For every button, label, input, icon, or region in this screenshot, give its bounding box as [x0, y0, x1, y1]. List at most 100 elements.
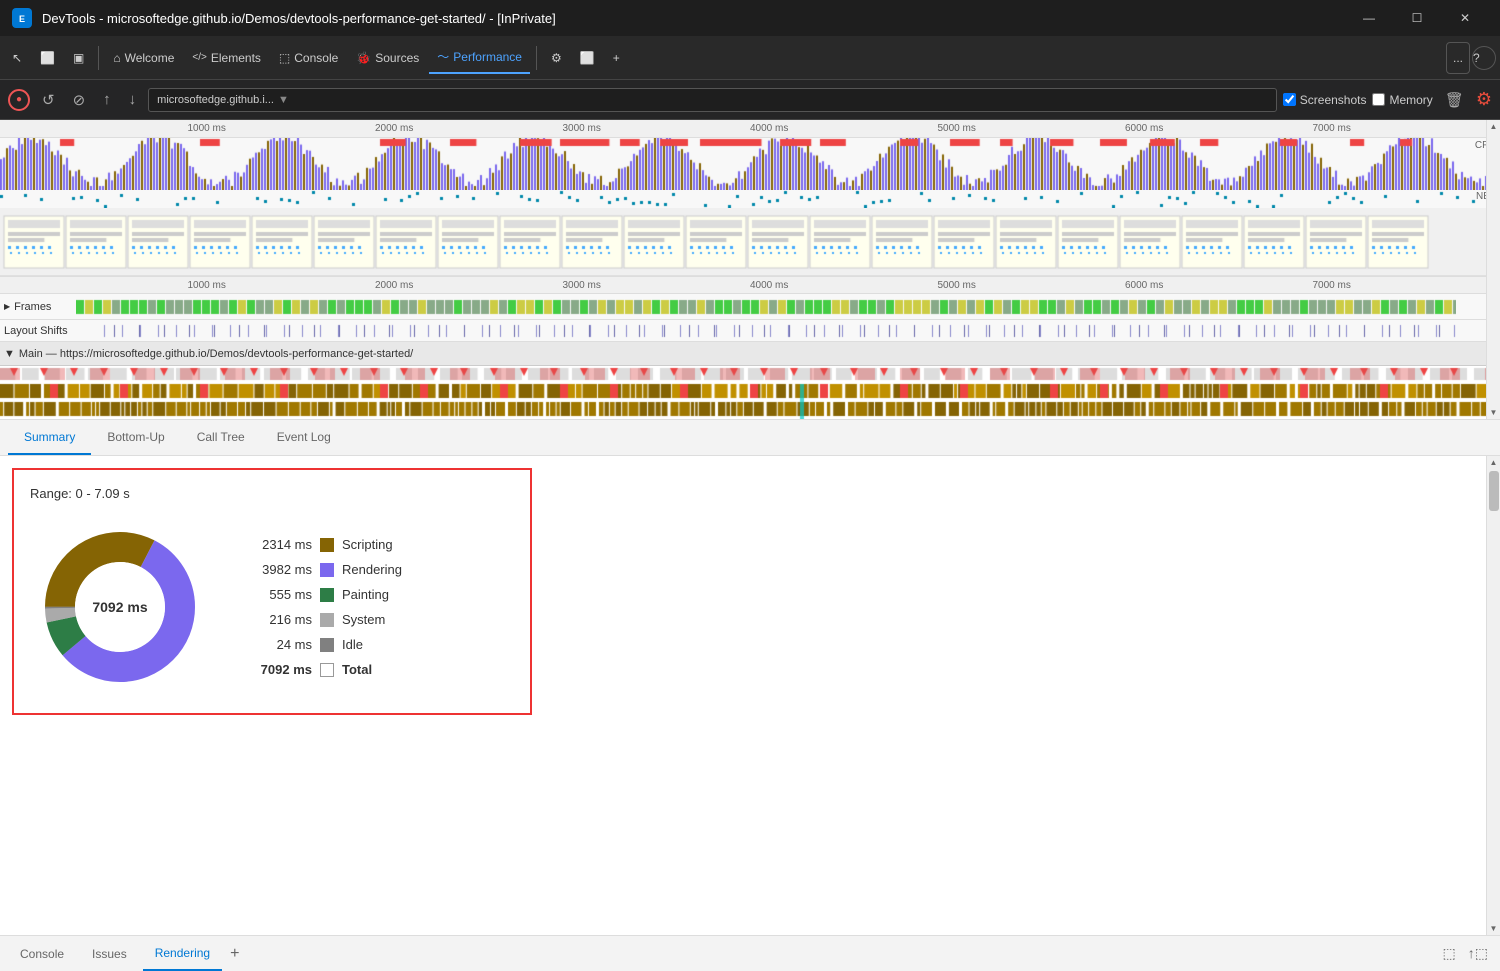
frames-track: ▶ Frames: [0, 294, 1500, 320]
scripting-ms: 2314 ms: [242, 537, 312, 552]
more-tools-button[interactable]: ...: [1446, 42, 1470, 74]
rendering-label: Rendering: [342, 562, 402, 577]
sidebar-toggle-button[interactable]: ▣: [65, 42, 92, 74]
tick-3000ms: 3000 ms: [563, 123, 601, 134]
summary-box: Range: 0 - 7.09 s: [12, 468, 532, 715]
scroll-thumb[interactable]: [1489, 471, 1499, 511]
bottom-area: Summary Bottom-Up Call Tree Event Log Ra…: [0, 420, 1500, 935]
devtools-main: 1000 ms 2000 ms 3000 ms 4000 ms 5000 ms …: [0, 120, 1500, 971]
help-button[interactable]: ?: [1472, 46, 1496, 70]
scroll-up-button[interactable]: ▲: [1490, 122, 1498, 131]
layout-shifts-label: Layout Shifts: [4, 325, 84, 337]
home-icon: ⌂: [113, 51, 120, 65]
settings-cog-button[interactable]: ⚙: [543, 42, 570, 74]
memory-checkbox[interactable]: [1372, 93, 1385, 106]
layers-button[interactable]: ⬜: [572, 42, 603, 74]
svg-text:E: E: [19, 14, 25, 24]
import-button[interactable]: ↓: [123, 89, 143, 110]
idle-color: [320, 638, 334, 652]
tick-1000ms: 1000 ms: [188, 123, 226, 134]
window-controls[interactable]: — ☐ ✕: [1346, 0, 1488, 36]
range-display: Range: 0 - 7.09 s: [30, 486, 514, 501]
sidebar-icon: ▣: [73, 51, 84, 65]
tab-performance[interactable]: 〜 Performance: [429, 42, 530, 74]
maximize-button[interactable]: ☐: [1394, 0, 1440, 36]
timeline-ruler-top: 1000 ms 2000 ms 3000 ms 4000 ms 5000 ms …: [0, 120, 1500, 138]
tick-2000ms: 2000 ms: [375, 123, 413, 134]
frames-label: ▶ Frames: [4, 301, 74, 313]
dock-tab-rendering[interactable]: Rendering: [143, 936, 222, 971]
tab-welcome[interactable]: ⌂ Welcome: [105, 42, 182, 74]
app-icon: E: [12, 8, 32, 28]
add-tab-button[interactable]: +: [605, 42, 628, 74]
delete-profile-button[interactable]: 🗑: [1439, 89, 1470, 111]
tab-summary[interactable]: Summary: [8, 420, 91, 455]
minimize-button[interactable]: —: [1346, 0, 1392, 36]
net-track: NET: [0, 190, 1500, 208]
frames-triangle-icon: ▶: [4, 302, 10, 311]
dock-tab-issues[interactable]: Issues: [80, 936, 139, 971]
close-button[interactable]: ✕: [1442, 0, 1488, 36]
clear-button[interactable]: ⊘: [67, 89, 92, 111]
screenshots-checkbox-label[interactable]: Screenshots: [1283, 93, 1367, 107]
inspect-element-button[interactable]: ↖: [4, 42, 30, 74]
legend-idle: 24 ms Idle: [242, 637, 402, 652]
record-button[interactable]: ●: [8, 89, 30, 111]
legend-system: 216 ms System: [242, 612, 402, 627]
tab-console[interactable]: ⬚ Console: [271, 42, 346, 74]
tab-event-log[interactable]: Event Log: [261, 420, 347, 455]
tab-sources[interactable]: 🐞 Sources: [348, 42, 427, 74]
scripting-label: Scripting: [342, 537, 393, 552]
device-icon: ⬜: [40, 51, 55, 65]
content-scrollbar[interactable]: ▲ ▼: [1486, 456, 1500, 935]
toolbar-divider-1: [98, 46, 99, 70]
total-color: [320, 663, 334, 677]
dock-close-panel-button[interactable]: ↑⬚: [1464, 943, 1492, 964]
cpu-track: CPU: [0, 138, 1500, 190]
export-button[interactable]: ↑: [97, 89, 117, 110]
console-icon: ⬚: [279, 51, 290, 65]
painting-label: Painting: [342, 587, 389, 602]
collapse-icon[interactable]: ▼: [4, 348, 15, 360]
reload-record-button[interactable]: ↺: [36, 89, 61, 111]
scroll-down-button[interactable]: ▼: [1490, 408, 1498, 417]
device-toolbar-button[interactable]: ⬜: [32, 42, 63, 74]
rendering-color: [320, 563, 334, 577]
timeline-ruler-bottom: 1000 ms 2000 ms 3000 ms 4000 ms 5000 ms …: [0, 276, 1500, 294]
flame-chart: [0, 366, 1500, 420]
screenshots-track: [0, 208, 1500, 276]
window-title: DevTools - microsoftedge.github.io/Demos…: [42, 11, 1336, 26]
dock-tabs-bar: Console Issues Rendering + ⬚ ↑⬚: [0, 935, 1500, 971]
analysis-tabs-bar: Summary Bottom-Up Call Tree Event Log: [0, 420, 1500, 456]
tab-elements[interactable]: </> Elements: [184, 42, 269, 74]
idle-label: Idle: [342, 637, 363, 652]
memory-checkbox-label[interactable]: Memory: [1372, 93, 1432, 107]
url-dropdown-icon[interactable]: ▼: [278, 94, 289, 106]
rendering-ms: 3982 ms: [242, 562, 312, 577]
content-scroll-down[interactable]: ▼: [1490, 924, 1498, 933]
donut-chart: 7092 ms: [30, 517, 210, 697]
total-ms: 7092 ms: [242, 662, 312, 677]
sources-icon: 🐞: [356, 51, 371, 65]
devtools-toolbar: ↖ ⬜ ▣ ⌂ Welcome </> Elements ⬚ Console 🐞…: [0, 36, 1500, 80]
content-scroll-up[interactable]: ▲: [1490, 458, 1498, 467]
tick2-4000ms: 4000 ms: [750, 280, 788, 291]
summary-tab-content: Range: 0 - 7.09 s: [0, 456, 1486, 935]
tick2-7000ms: 7000 ms: [1313, 280, 1351, 291]
tab-call-tree[interactable]: Call Tree: [181, 420, 261, 455]
dock-tab-console[interactable]: Console: [8, 936, 76, 971]
tick-4000ms: 4000 ms: [750, 123, 788, 134]
screenshots-checkbox[interactable]: [1283, 93, 1296, 106]
tick2-1000ms: 1000 ms: [188, 280, 226, 291]
legend-rendering: 3982 ms Rendering: [242, 562, 402, 577]
add-dock-tab-button[interactable]: +: [226, 943, 243, 965]
url-display: microsoftedge.github.i... ▼: [148, 88, 1277, 112]
main-track-header: ▼ Main — https://microsoftedge.github.io…: [0, 342, 1500, 366]
performance-settings-button[interactable]: ⚙: [1476, 89, 1492, 110]
layout-shifts-track: Layout Shifts: [0, 320, 1500, 342]
tab-bottom-up[interactable]: Bottom-Up: [91, 420, 180, 455]
timeline-scrollbar[interactable]: ▲ ▼: [1486, 120, 1500, 419]
painting-ms: 555 ms: [242, 587, 312, 602]
dock-detach-button[interactable]: ⬚: [1439, 943, 1460, 964]
idle-ms: 24 ms: [242, 637, 312, 652]
